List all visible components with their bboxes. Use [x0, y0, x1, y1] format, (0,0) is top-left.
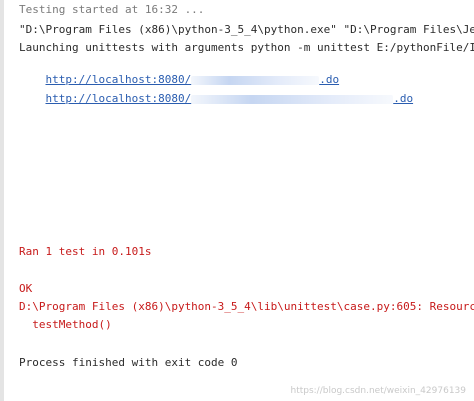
redacted-path [191, 94, 394, 104]
launching-line: Launching unittests with arguments pytho… [19, 41, 474, 54]
traceback-detail-line: testMethod() [19, 318, 112, 331]
output-link-line-1: http://localhost:8080/.do [19, 59, 340, 86]
ran-tests-line: Ran 1 test in 0.101s [19, 245, 152, 258]
link-suffix: .do [393, 92, 414, 105]
run-console[interactable]: Testing started at 16:32 ... "D:\Program… [0, 0, 474, 401]
output-link-line-2: http://localhost:8080/ .do [19, 78, 414, 105]
command-line: "D:\Program Files (x86)\python-3_5_4\pyt… [19, 23, 474, 36]
test-start-line: Testing started at 16:32 ... [19, 3, 205, 16]
localhost-link-2[interactable]: http://localhost:8080/ .do [46, 92, 414, 105]
console-gutter [0, 0, 4, 401]
process-finished-line: Process finished with exit code 0 [19, 356, 238, 369]
ok-line: OK [19, 282, 33, 295]
link-prefix: http://localhost:8080/ [45, 92, 192, 105]
watermark: https://blog.csdn.net/weixin_42976139 [290, 386, 466, 396]
traceback-line: D:\Program Files (x86)\python-3_5_4\lib\… [19, 300, 474, 313]
